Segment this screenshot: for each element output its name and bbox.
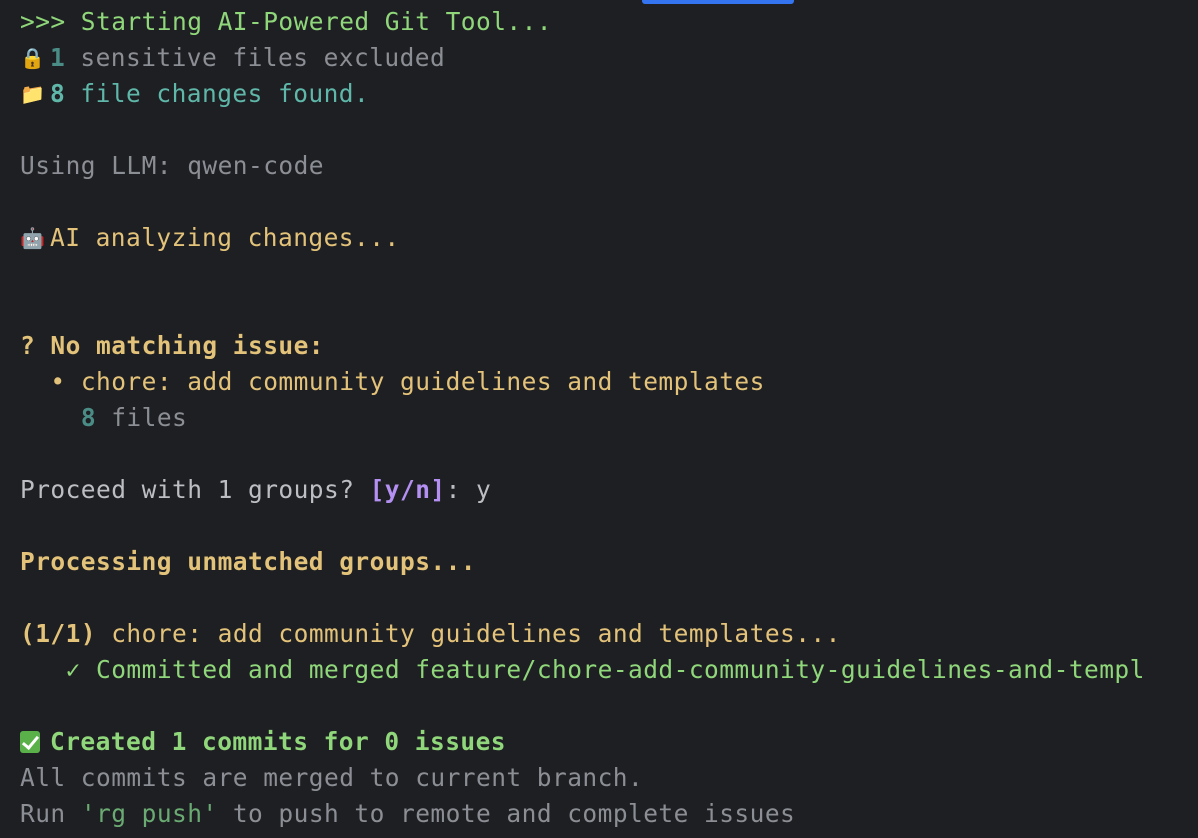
processing-heading: Processing unmatched groups... <box>20 547 477 576</box>
created-line: Created 1 commits for 0 issues <box>20 724 1198 760</box>
progress-line: (1/1) chore: add community guidelines an… <box>20 616 1198 652</box>
llm-line: Using LLM: qwen-code <box>20 151 325 180</box>
check-box-icon <box>20 731 40 753</box>
active-tab-indicator <box>642 0 794 4</box>
progress-title: chore: add community guidelines and temp… <box>96 619 841 648</box>
commit-line: ✓ Committed and merged feature/chore-add… <box>20 652 1198 688</box>
robot-icon: 🤖 <box>20 226 46 250</box>
proceed-prompt: Proceed with 1 groups? <box>20 475 370 504</box>
group-files-count: 8 <box>80 403 97 432</box>
sensitive-label: sensitive files excluded <box>65 43 446 72</box>
merged-line: All commits are merged to current branch… <box>20 763 644 792</box>
progress-index: (1/1) <box>20 619 97 648</box>
proceed-colon: : <box>445 475 477 504</box>
check-mark-icon: ✓ <box>20 655 97 684</box>
file-changes-line: 📁 8 file changes found. <box>20 76 1198 112</box>
folder-icon: 📁 <box>20 82 46 106</box>
proceed-answer[interactable]: y <box>476 475 491 504</box>
run-suffix: to push to remote and complete issues <box>217 799 796 828</box>
changes-label: file changes found. <box>65 79 370 108</box>
lock-icon: 🔒 <box>20 46 46 70</box>
run-hint-line: Run 'rg push' to push to remote and comp… <box>20 796 1198 832</box>
no-match-heading: ? No matching issue: <box>20 331 325 360</box>
commit-text: Committed and merged feature/chore-add-c… <box>96 655 1145 684</box>
group-item: • chore: add community guidelines and te… <box>20 364 1198 400</box>
bullet: • <box>20 367 81 396</box>
changes-count: 8 <box>50 79 66 108</box>
group-title: chore: add community guidelines and temp… <box>80 367 765 396</box>
group-files-label: files <box>96 403 188 432</box>
proceed-prompt-line[interactable]: Proceed with 1 groups? [y/n]: y <box>20 472 1198 508</box>
proceed-options: [y/n] <box>369 475 446 504</box>
run-command: 'rg push' <box>80 799 218 828</box>
analyzing-label: AI analyzing changes... <box>50 223 400 252</box>
startup-line: >>> Starting AI-Powered Git Tool... <box>20 7 553 36</box>
group-files-line: 8 files <box>20 400 1198 436</box>
created-text: Created 1 commits for 0 issues <box>50 727 507 756</box>
analyzing-line: 🤖 AI analyzing changes... <box>20 220 1198 256</box>
sensitive-files-line: 🔒 1 sensitive files excluded <box>20 40 1198 76</box>
run-prefix: Run <box>20 799 81 828</box>
terminal-window[interactable]: >>> Starting AI-Powered Git Tool... 🔒 1 s… <box>0 0 1198 838</box>
sensitive-count: 1 <box>50 43 66 72</box>
